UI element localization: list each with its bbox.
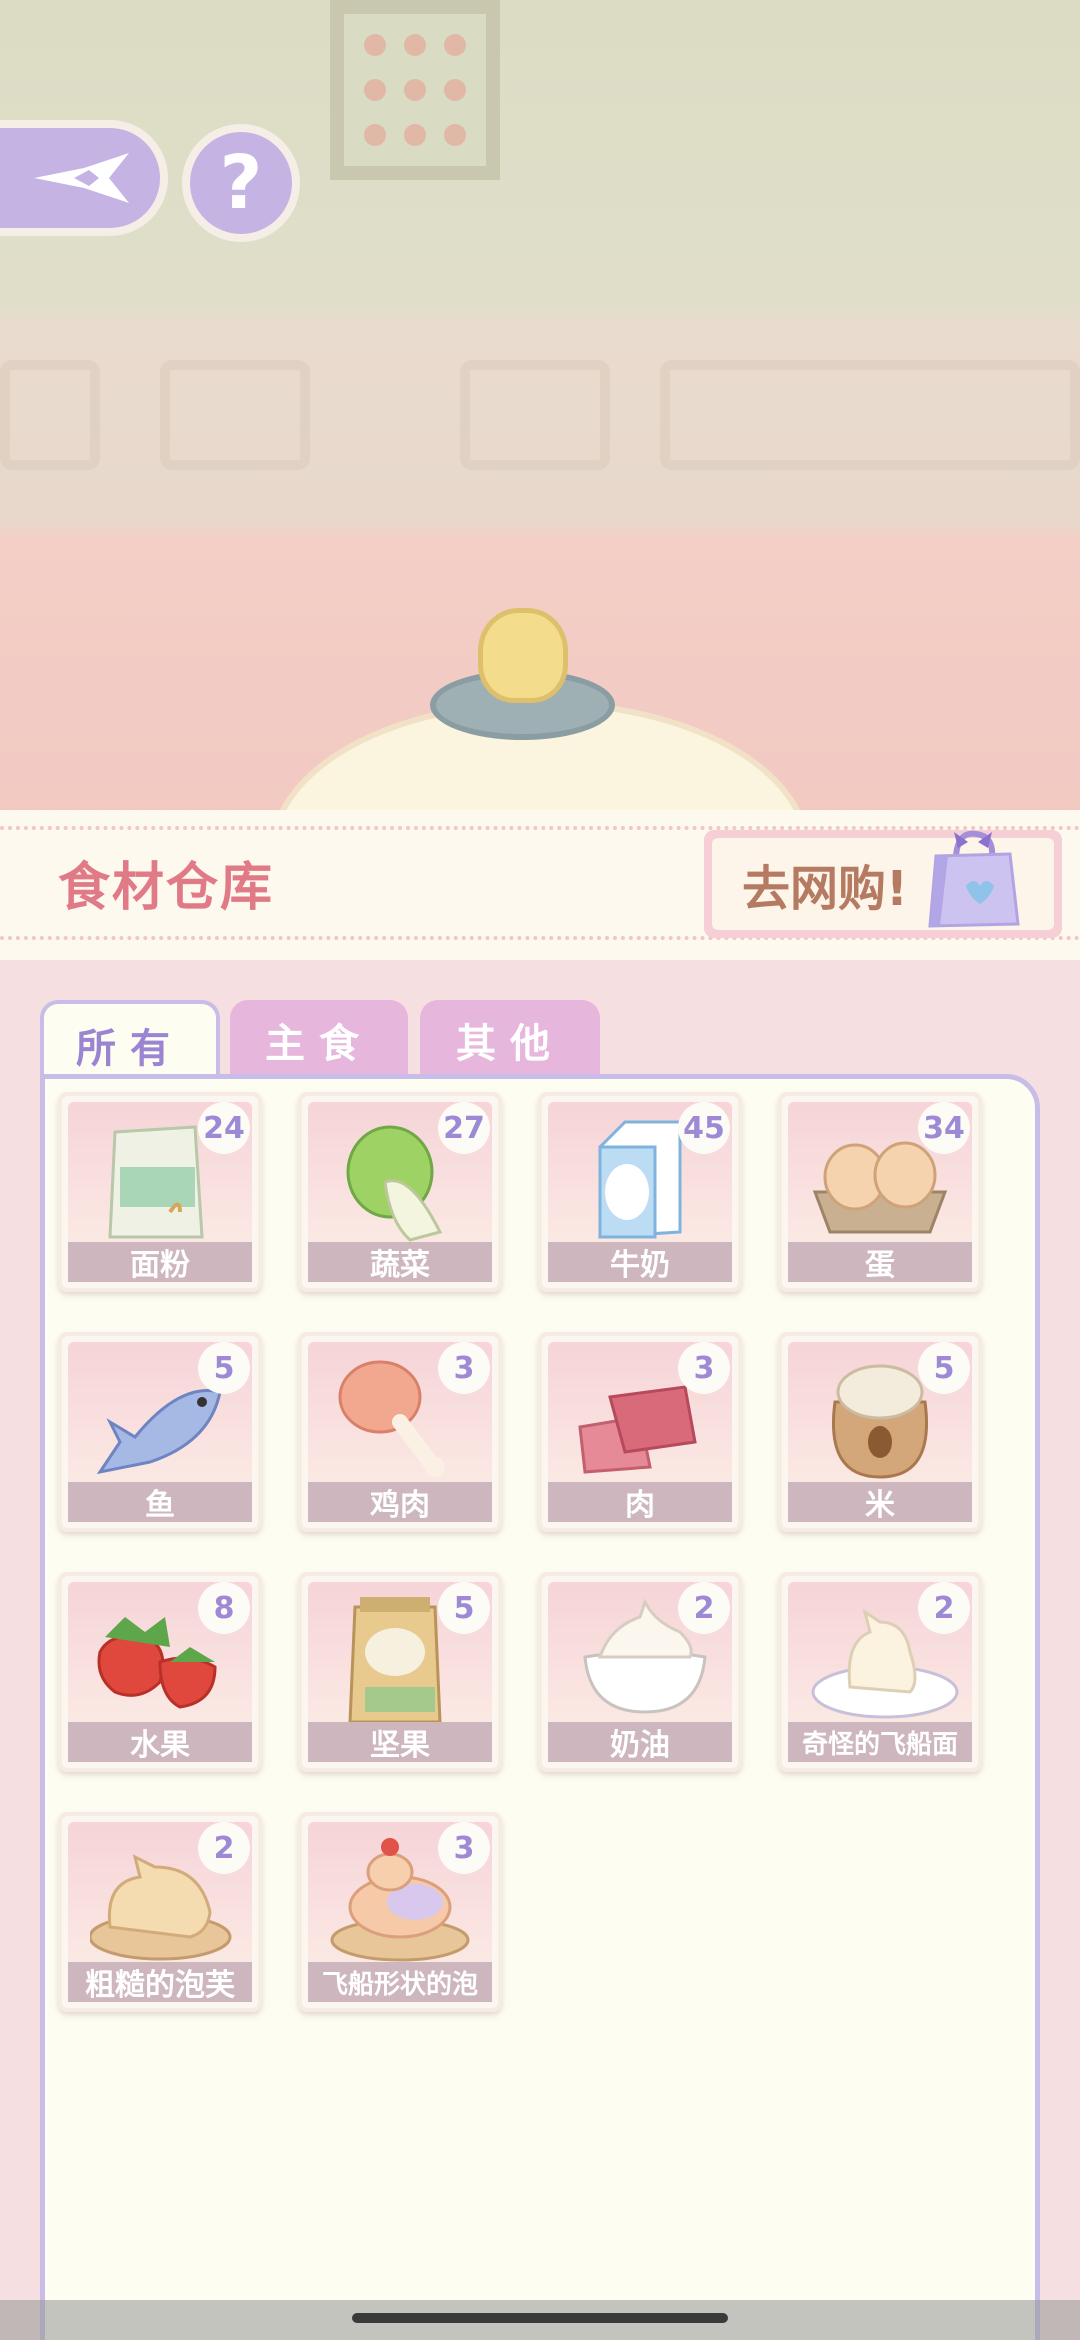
item-card-flour[interactable]: 24 面粉 <box>58 1092 262 1292</box>
item-count: 3 <box>438 1822 490 1874</box>
tab-staple[interactable]: 主食 <box>230 1000 408 1080</box>
item-card-nuts[interactable]: 5 坚果 <box>298 1572 502 1772</box>
item-name: 水果 <box>68 1722 252 1762</box>
item-card-egg[interactable]: 34 蛋 <box>778 1092 982 1292</box>
item-card-cream[interactable]: 2 奶油 <box>538 1572 742 1772</box>
item-card-odd-dish[interactable]: 2 奇怪的飞船面 <box>778 1572 982 1772</box>
item-count: 2 <box>678 1582 730 1634</box>
wall-picture-frame <box>330 0 500 180</box>
back-button[interactable] <box>0 120 168 236</box>
item-name: 蛋 <box>788 1242 972 1282</box>
item-count: 45 <box>678 1102 730 1154</box>
lace-edge-bottom <box>0 940 1080 964</box>
wall-molding <box>660 360 1080 470</box>
item-count: 5 <box>198 1342 250 1394</box>
wall-molding <box>460 360 610 470</box>
item-count: 5 <box>438 1582 490 1634</box>
item-name: 飞船形状的泡 <box>308 1962 492 2002</box>
item-card-fish[interactable]: 5 鱼 <box>58 1332 262 1532</box>
item-name: 奇怪的飞船面 <box>788 1722 972 1762</box>
home-indicator[interactable] <box>352 2313 728 2323</box>
item-card-airship-puff[interactable]: 3 飞船形状的泡 <box>298 1812 502 2012</box>
item-count: 2 <box>918 1582 970 1634</box>
wall-molding <box>160 360 310 470</box>
scene-background <box>0 0 1080 830</box>
item-name: 牛奶 <box>548 1242 732 1282</box>
item-card-vegetable[interactable]: 27 蔬菜 <box>298 1092 502 1292</box>
item-name: 米 <box>788 1482 972 1522</box>
online-shop-label: 去网购! <box>742 861 908 917</box>
item-count: 3 <box>678 1342 730 1394</box>
question-mark-icon: ? <box>219 140 263 226</box>
shopping-bag-icon <box>928 830 1020 928</box>
item-card-meat[interactable]: 3 肉 <box>538 1332 742 1532</box>
item-name: 奶油 <box>548 1722 732 1762</box>
item-card-rough-puff[interactable]: 2 粗糙的泡芙 <box>58 1812 262 2012</box>
pot-knob <box>478 608 568 703</box>
tab-other[interactable]: 其他 <box>420 1000 600 1080</box>
compass-star-icon <box>34 153 129 203</box>
item-name: 蔬菜 <box>308 1242 492 1282</box>
help-button[interactable]: ? <box>182 124 300 242</box>
item-count: 5 <box>918 1342 970 1394</box>
item-count: 34 <box>918 1102 970 1154</box>
item-card-milk[interactable]: 45 牛奶 <box>538 1092 742 1292</box>
item-count: 24 <box>198 1102 250 1154</box>
item-card-rice[interactable]: 5 米 <box>778 1332 982 1532</box>
item-name: 肉 <box>548 1482 732 1522</box>
item-count: 2 <box>198 1822 250 1874</box>
item-card-chicken[interactable]: 3 鸡肉 <box>298 1332 502 1532</box>
item-name: 粗糙的泡芙 <box>68 1962 252 2002</box>
lace-edge-top <box>0 800 1080 822</box>
wall-molding <box>0 360 100 470</box>
item-card-fruit[interactable]: 8 水果 <box>58 1572 262 1772</box>
item-name: 鸡肉 <box>308 1482 492 1522</box>
item-count: 8 <box>198 1582 250 1634</box>
item-name: 面粉 <box>68 1242 252 1282</box>
item-count: 27 <box>438 1102 490 1154</box>
item-count: 3 <box>438 1342 490 1394</box>
item-name: 鱼 <box>68 1482 252 1522</box>
item-name: 坚果 <box>308 1722 492 1762</box>
page-title: 食材仓库 <box>58 858 275 918</box>
